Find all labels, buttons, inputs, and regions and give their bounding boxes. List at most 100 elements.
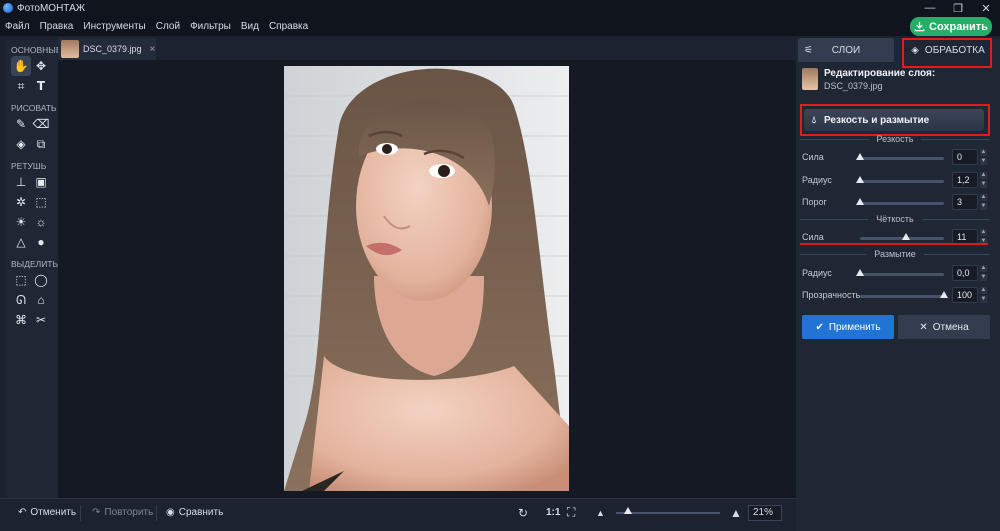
section-retouch: РЕТУШЬ [11, 161, 47, 171]
restore-icon[interactable]: ❐ [944, 0, 972, 16]
zoom-value[interactable]: 21% [748, 504, 782, 521]
compare-button[interactable]: ◉ Сравнить [166, 507, 223, 518]
check-icon: ✔ [815, 321, 824, 333]
param-slider[interactable] [856, 153, 944, 160]
spin-buttons[interactable]: ▲ ▼ [980, 149, 987, 165]
ellipse-select-icon[interactable]: ◯ [31, 270, 51, 290]
actual-size-button[interactable]: 1:1 [546, 507, 560, 518]
close-tab-icon[interactable]: × [150, 44, 156, 55]
app-title: ФотоМОНТАЖ [17, 2, 85, 14]
hand-tool-icon[interactable]: ✋ [11, 56, 31, 76]
param-slider[interactable] [856, 176, 944, 183]
param-slider[interactable] [860, 291, 948, 298]
undo-icon: ↶ [18, 507, 27, 518]
eye-icon: ◉ [166, 507, 175, 518]
menu-edit[interactable]: Правка [40, 21, 74, 32]
fill-tool-icon[interactable]: ◈ [11, 134, 31, 154]
save-button-label: Сохранить [929, 20, 988, 33]
redo-label: Повторить [104, 507, 154, 518]
rect-select-icon[interactable]: ⬚ [11, 270, 31, 290]
sliders-icon: ⚟ [804, 44, 813, 56]
zoom-in-icon[interactable]: ▲ [730, 506, 742, 520]
slider-handle[interactable] [856, 269, 864, 276]
spin-buttons[interactable]: ▲ ▼ [980, 265, 987, 281]
canvas-area[interactable] [58, 60, 796, 498]
edit-layer-title: Редактирование слоя: [824, 68, 936, 79]
frame-tool-icon[interactable]: ⬚ [31, 192, 51, 212]
zoom-slider[interactable] [616, 507, 720, 514]
text-tool-icon[interactable]: T [31, 76, 51, 96]
param-label: Сила [802, 232, 824, 242]
rotate-icon[interactable]: ↻ [518, 506, 528, 520]
blur-drop-tool-icon[interactable]: ● [31, 232, 51, 252]
param-blur-opacity: Прозрачность 100 ▲ ▼ [800, 287, 992, 303]
param-sharp-strength: Сила 0 ▲ ▼ [800, 149, 992, 165]
param-sharp-threshold: Порог 3 ▲ ▼ [800, 194, 992, 210]
slider-handle[interactable] [940, 291, 948, 298]
param-value[interactable]: 1,2 [952, 172, 978, 188]
redo-icon: ↷ [92, 507, 101, 518]
document-tab-name: DSC_0379.jpg [83, 44, 142, 54]
section-draw: РИСОВАТЬ [11, 103, 57, 113]
slider-handle[interactable] [902, 233, 911, 240]
divider [80, 505, 81, 521]
param-label: Порог [802, 197, 827, 207]
darken-tool-icon[interactable]: ☼ [31, 212, 51, 232]
minimize-icon[interactable]: — [916, 0, 944, 16]
magic-wand-icon[interactable]: ✂ [31, 310, 51, 330]
param-label: Сила [802, 152, 824, 162]
tab-highlight-frame [902, 38, 992, 68]
healing-tool-icon[interactable]: ▣ [31, 172, 51, 192]
title-bar: ФотоМОНТАЖ — ❐ ✕ [0, 0, 1000, 16]
stamp-tool-icon[interactable]: ⊥ [11, 172, 31, 192]
menu-file[interactable]: Файл [5, 21, 30, 32]
cancel-button[interactable]: ✕ Отмена [898, 315, 990, 339]
document-thumbnail [61, 40, 79, 58]
param-slider[interactable] [856, 269, 944, 276]
crop-tool-icon[interactable]: ⌗ [11, 76, 31, 96]
apply-button[interactable]: ✔ Применить [802, 315, 894, 339]
patch-tool-icon[interactable]: ✲ [11, 192, 31, 212]
lasso-tool-icon[interactable]: ᘏ [11, 290, 31, 310]
edit-layer-file: DSC_0379.jpg [824, 81, 883, 91]
brightness-tool-icon[interactable]: ☀ [11, 212, 31, 232]
close-window-icon[interactable]: ✕ [972, 0, 1000, 16]
param-label: Радиус [802, 175, 832, 185]
param-value[interactable]: 0 [952, 149, 978, 165]
tab-layers[interactable]: ⚟ СЛОИ [798, 38, 894, 62]
sharpen-tool-icon[interactable]: △ [11, 232, 31, 252]
shapes-tool-icon[interactable]: ⧉ [31, 134, 51, 154]
save-button[interactable]: Сохранить [910, 17, 992, 36]
fit-screen-icon[interactable]: ⛶ [567, 505, 575, 520]
slider-handle[interactable] [856, 153, 864, 160]
redo-button[interactable]: ↷ Повторить [92, 507, 153, 518]
undo-button[interactable]: ↶ Отменить [18, 507, 76, 518]
param-slider[interactable] [860, 233, 944, 240]
param-value[interactable]: 3 [952, 194, 978, 210]
slider-handle[interactable] [856, 198, 864, 205]
menu-tools[interactable]: Инструменты [83, 21, 145, 32]
spin-buttons[interactable]: ▲ ▼ [980, 287, 987, 303]
spin-buttons[interactable]: ▲ ▼ [980, 194, 987, 210]
slider-handle[interactable] [856, 176, 864, 183]
param-slider[interactable] [856, 198, 944, 205]
document-tab[interactable]: DSC_0379.jpg × [58, 38, 156, 60]
apply-label: Применить [828, 321, 881, 333]
group-blur-label: Размытие [874, 249, 916, 259]
param-value[interactable]: 0,0 [952, 265, 978, 281]
zoom-out-icon[interactable]: ▲ [596, 508, 605, 518]
polygon-lasso-icon[interactable]: ⌂ [31, 290, 51, 310]
move-tool-icon[interactable]: ✥ [31, 56, 51, 76]
group-blur: Размытие [800, 249, 991, 259]
menu-filters[interactable]: Фильтры [190, 21, 231, 32]
param-value[interactable]: 100 [952, 287, 978, 303]
menu-layer[interactable]: Слой [156, 21, 180, 32]
spin-buttons[interactable]: ▲ ▼ [980, 172, 987, 188]
menu-view[interactable]: Вид [241, 21, 259, 32]
zoom-slider-handle[interactable] [624, 507, 633, 514]
app-logo-icon [3, 3, 13, 13]
menu-help[interactable]: Справка [269, 21, 308, 32]
eraser-tool-icon[interactable]: ⌫ [31, 114, 51, 134]
magic-select-icon[interactable]: ⌘ [11, 310, 31, 330]
brush-tool-icon[interactable]: ✎ [11, 114, 31, 134]
